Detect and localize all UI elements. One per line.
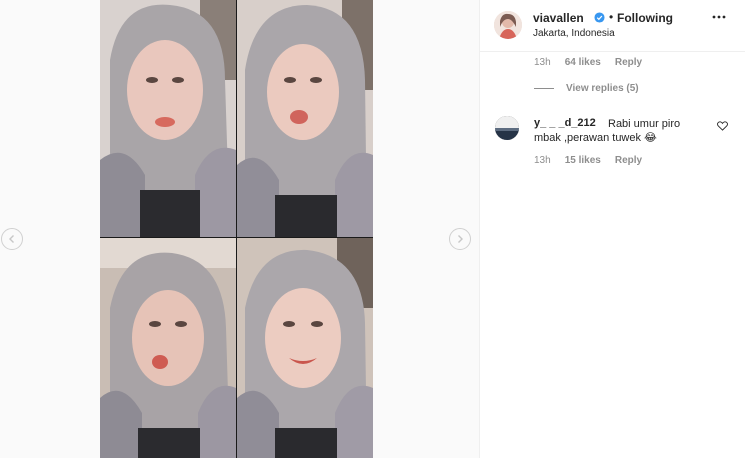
heart-icon[interactable] (717, 121, 728, 131)
verified-badge-icon (594, 12, 605, 23)
comment-time: 13h (534, 57, 551, 68)
comment-meta: 13h 15 likes Reply (534, 155, 642, 166)
post-location[interactable]: Jakarta, Indonesia (533, 28, 615, 39)
comments-panel: viavallen • Following Jakarta, Indonesia… (479, 0, 745, 458)
chevron-right-icon (458, 235, 463, 243)
post-username[interactable]: viavallen (533, 11, 584, 25)
post-header: viavallen • Following Jakarta, Indonesia (480, 0, 745, 52)
comment-likes[interactable]: 64 likes (565, 57, 601, 68)
comment-text: Rabi umur piro (608, 118, 681, 130)
commenter-username[interactable]: y_ _ _d_212 (534, 117, 596, 129)
avatar[interactable] (494, 11, 522, 39)
comment-likes[interactable]: 15 likes (565, 155, 601, 166)
comment-text-continued: mbak ,perawan tuwek 😂 (534, 132, 657, 144)
view-replies-label: View replies (5) (566, 83, 639, 94)
view-replies-button[interactable]: View replies (5) (534, 83, 639, 94)
collage-photo-3 (100, 238, 236, 458)
more-options-icon[interactable] (712, 12, 726, 22)
following-button[interactable]: Following (617, 11, 673, 25)
media-area (0, 0, 479, 458)
next-post-button[interactable] (449, 228, 471, 250)
collage-photo-1 (100, 0, 236, 237)
comment-meta: 13h 64 likes Reply (534, 57, 642, 68)
reply-button[interactable]: Reply (615, 155, 642, 166)
previous-post-button[interactable] (1, 228, 23, 250)
collage-photo-2 (237, 0, 373, 237)
reply-button[interactable]: Reply (615, 57, 642, 68)
collage-photo-4 (237, 238, 373, 458)
replies-divider (534, 88, 554, 89)
commenter-avatar[interactable] (495, 116, 519, 140)
post-photo-collage[interactable] (100, 0, 373, 458)
comment-time: 13h (534, 155, 551, 166)
header-separator: • (609, 10, 614, 24)
chevron-left-icon (9, 235, 14, 243)
